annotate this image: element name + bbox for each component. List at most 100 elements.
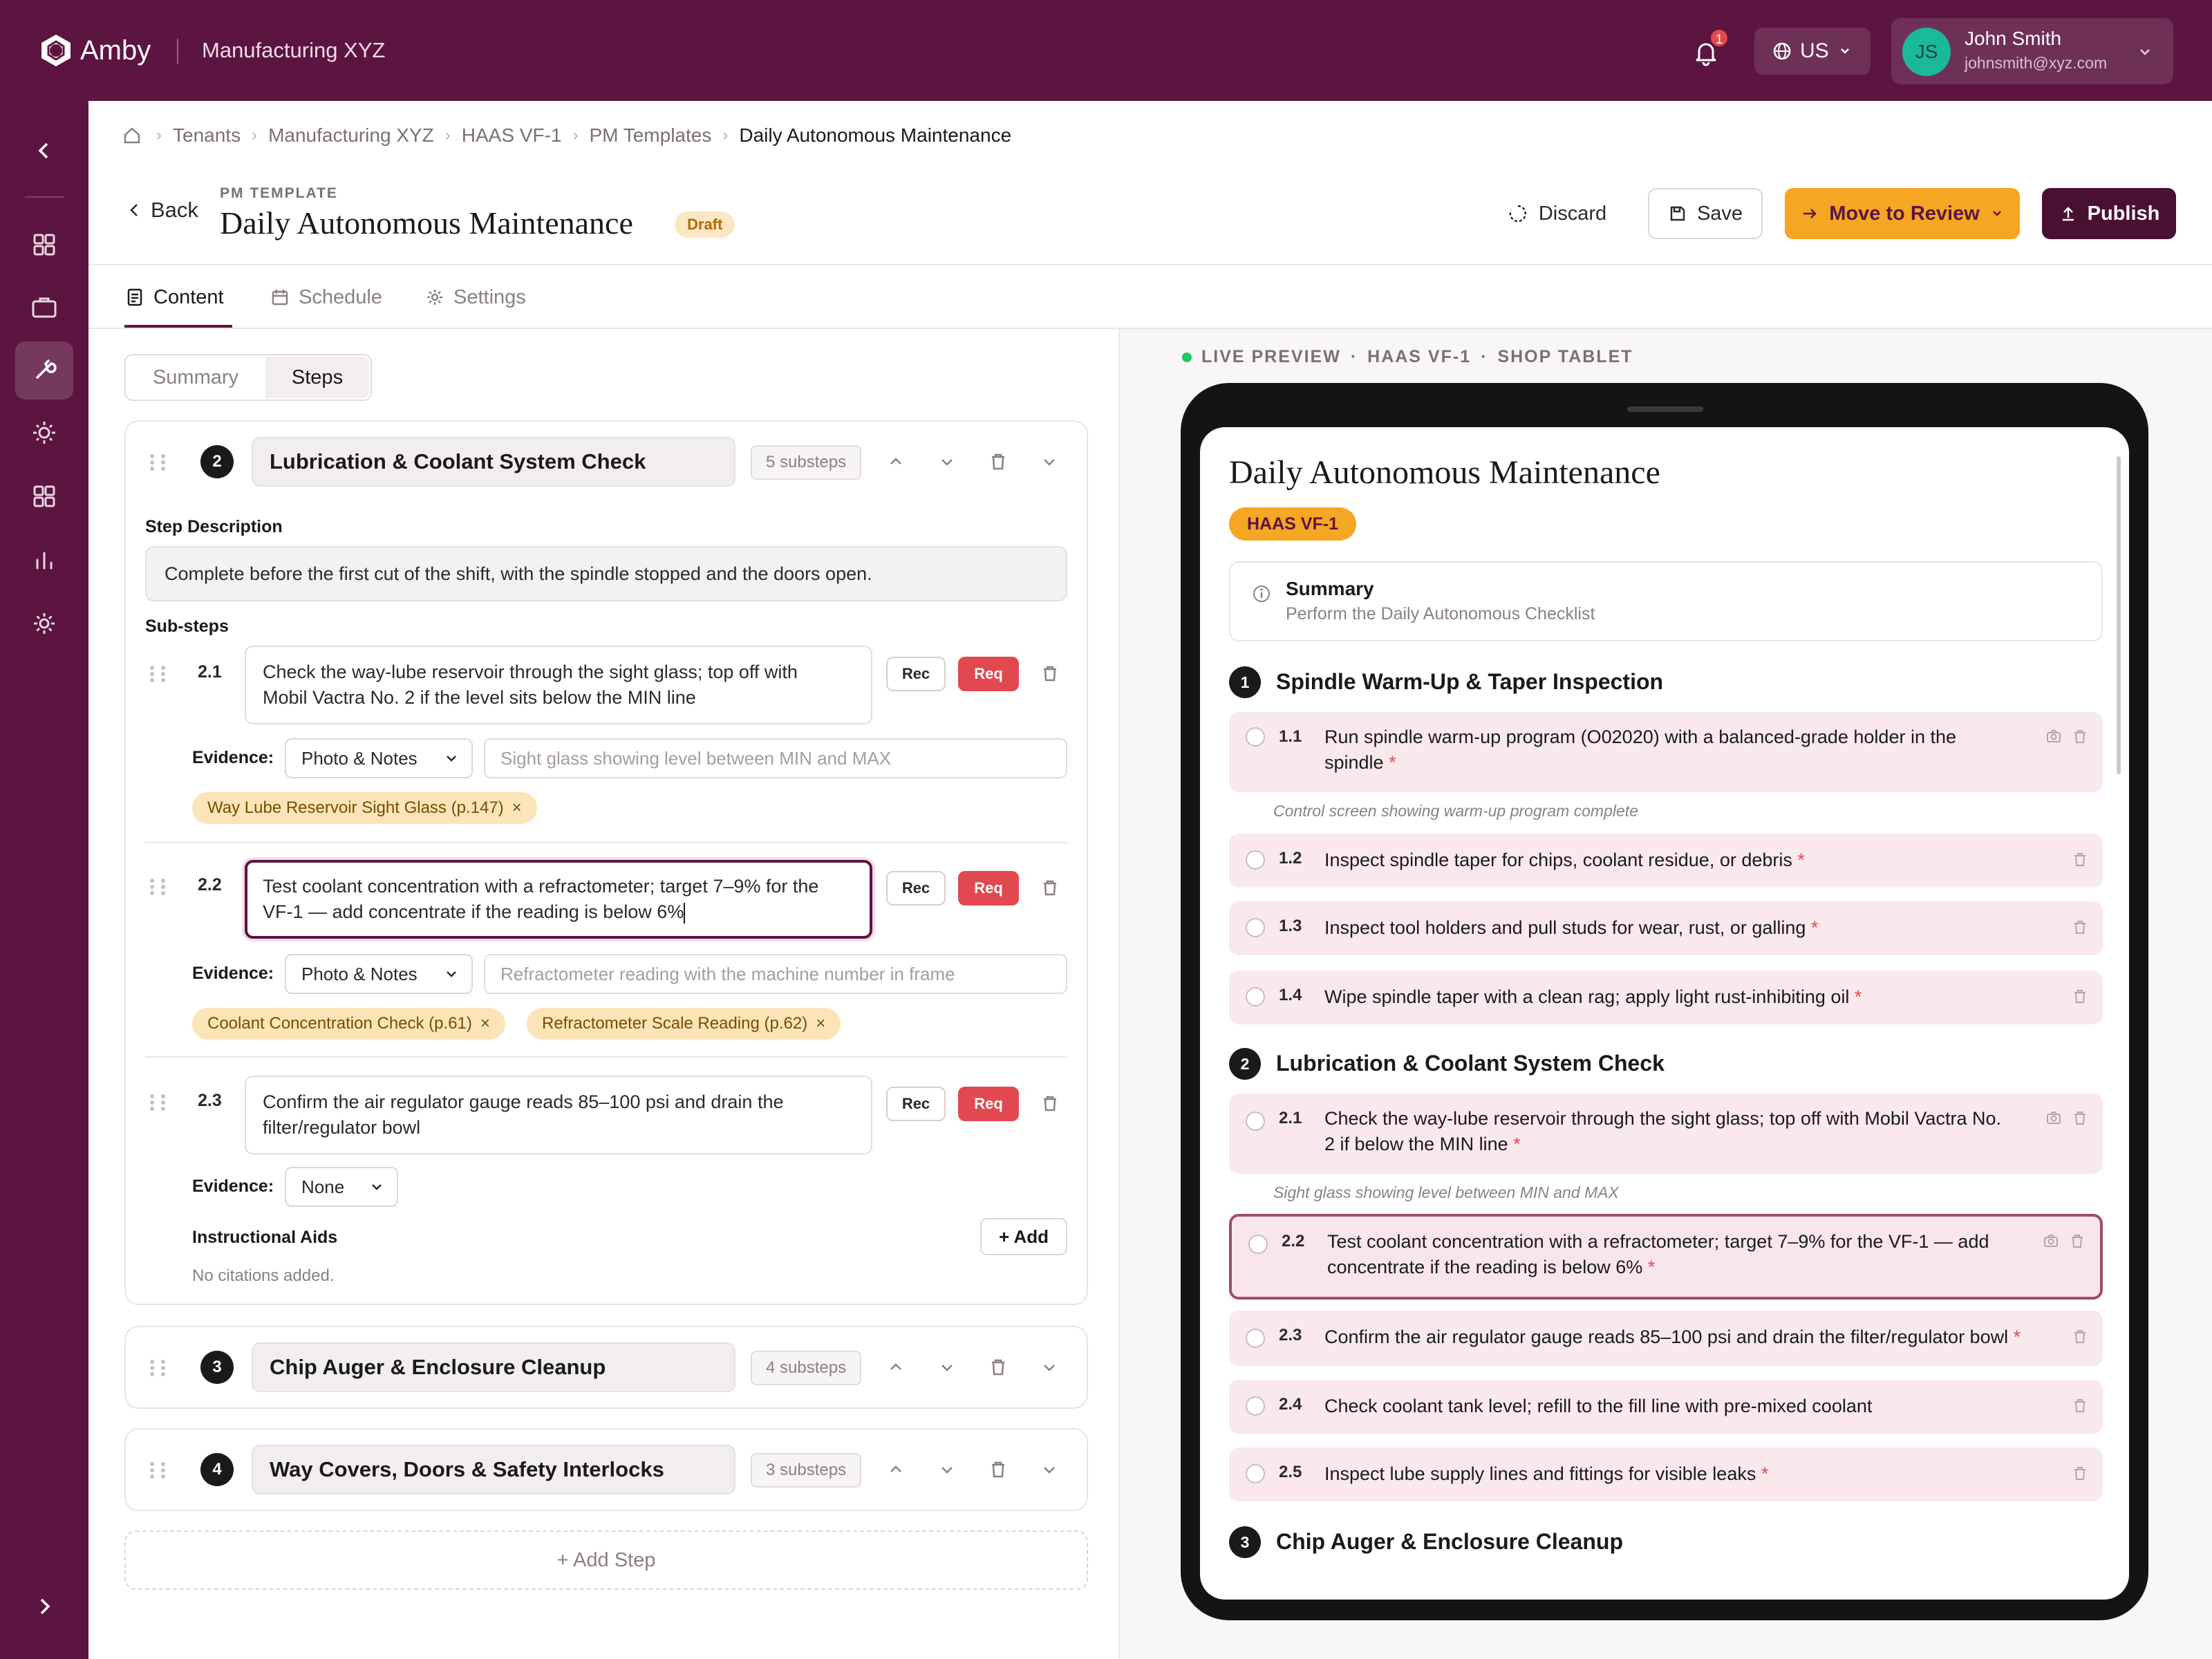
- remove-chip-icon[interactable]: ×: [512, 798, 522, 817]
- check-circle[interactable]: [1246, 987, 1265, 1006]
- camera-icon[interactable]: [2042, 1232, 2060, 1250]
- drag-handle-icon[interactable]: [145, 664, 171, 684]
- rec-toggle[interactable]: Rec: [886, 1087, 946, 1121]
- evidence-select[interactable]: Photo & Notes: [285, 738, 473, 778]
- checklist-item[interactable]: 1.1 Run spindle warm-up program (O02020)…: [1229, 712, 2103, 792]
- user-menu[interactable]: JS John Smith johnsmith@xyz.com: [1891, 18, 2173, 84]
- expand-right-icon[interactable]: [26, 1588, 62, 1624]
- breadcrumb-item[interactable]: HAAS VF-1: [462, 124, 562, 147]
- trash-icon[interactable]: [2071, 918, 2089, 936]
- save-button[interactable]: Save: [1648, 188, 1763, 239]
- drag-handle-icon[interactable]: [145, 1460, 171, 1481]
- segment-summary[interactable]: Summary: [127, 357, 264, 398]
- discard-button[interactable]: Discard: [1499, 188, 1615, 239]
- bar-chart-icon[interactable]: [26, 542, 62, 578]
- checklist-item[interactable]: 1.2 Inspect spindle taper for chips, coo…: [1229, 834, 2103, 888]
- chevron-up-icon[interactable]: [883, 1355, 908, 1380]
- check-circle[interactable]: [1246, 1112, 1265, 1131]
- step-description-input[interactable]: Complete before the first cut of the shi…: [145, 546, 1067, 601]
- trash-icon[interactable]: [986, 449, 1011, 474]
- substep-text-input[interactable]: Confirm the air regulator gauge reads 85…: [245, 1076, 872, 1154]
- checklist-item[interactable]: 2.5 Inspect lube supply lines and fittin…: [1229, 1447, 2103, 1501]
- tenant-name[interactable]: Manufacturing XYZ: [202, 32, 385, 69]
- camera-icon[interactable]: [2045, 1109, 2063, 1127]
- check-circle[interactable]: [1248, 1235, 1268, 1254]
- tab-content[interactable]: Content: [124, 279, 224, 315]
- sun-icon[interactable]: [26, 415, 62, 451]
- add-citation-button[interactable]: + Add: [980, 1218, 1067, 1255]
- evidence-description-input[interactable]: Sight glass showing level between MIN an…: [484, 738, 1067, 778]
- rec-toggle[interactable]: Rec: [886, 871, 946, 906]
- add-step-button[interactable]: + Add Step: [124, 1530, 1088, 1590]
- evidence-select[interactable]: Photo & Notes: [285, 954, 473, 994]
- trash-icon[interactable]: [2071, 1327, 2089, 1345]
- expand-chevron-icon[interactable]: [1037, 1457, 1062, 1482]
- gear-icon[interactable]: [26, 606, 62, 641]
- briefcase-icon[interactable]: [26, 289, 62, 325]
- drag-handle-icon[interactable]: [145, 877, 171, 897]
- checklist-item[interactable]: 2.3 Confirm the air regulator gauge read…: [1229, 1311, 2103, 1366]
- substep-text-input[interactable]: Check the way-lube reservoir through the…: [245, 646, 872, 724]
- citation-chip[interactable]: Refractometer Scale Reading (p.62) ×: [527, 1008, 841, 1040]
- segment-steps[interactable]: Steps: [265, 357, 369, 398]
- rec-toggle[interactable]: Rec: [886, 657, 946, 691]
- trash-icon[interactable]: [2071, 1109, 2089, 1127]
- collapse-left-icon[interactable]: [26, 133, 62, 169]
- trash-icon[interactable]: [2071, 1464, 2089, 1482]
- substep-text-input-focused[interactable]: Test coolant concentration with a refrac…: [245, 860, 872, 939]
- remove-chip-icon[interactable]: ×: [816, 1014, 825, 1033]
- trash-icon[interactable]: [986, 1457, 1011, 1482]
- brand-name[interactable]: Amby: [80, 32, 151, 69]
- step-title-input[interactable]: Lubrication & Coolant System Check: [252, 437, 735, 487]
- expand-chevron-icon[interactable]: [1037, 1355, 1062, 1380]
- check-circle[interactable]: [1246, 727, 1265, 747]
- camera-icon[interactable]: [2045, 727, 2063, 745]
- trash-icon[interactable]: [1038, 1092, 1062, 1116]
- chevron-down-icon[interactable]: [935, 1355, 959, 1380]
- breadcrumb-item[interactable]: Tenants: [173, 124, 241, 147]
- req-toggle[interactable]: Req: [958, 1087, 1019, 1121]
- chevron-down-icon[interactable]: [935, 1457, 959, 1482]
- chevron-up-icon[interactable]: [883, 449, 908, 474]
- breadcrumb-item[interactable]: Manufacturing XYZ: [268, 124, 434, 147]
- chevron-up-icon[interactable]: [883, 1457, 908, 1482]
- step-title-input[interactable]: Chip Auger & Enclosure Cleanup: [252, 1342, 735, 1392]
- home-icon[interactable]: [122, 125, 142, 146]
- move-to-review-button[interactable]: Move to Review: [1785, 188, 2020, 239]
- wrench-icon[interactable]: [26, 353, 62, 388]
- checklist-item[interactable]: 1.3 Inspect tool holders and pull studs …: [1229, 901, 2103, 955]
- trash-icon[interactable]: [2071, 850, 2089, 868]
- req-toggle[interactable]: Req: [958, 871, 1019, 906]
- trash-icon[interactable]: [986, 1355, 1011, 1380]
- trash-icon[interactable]: [2071, 987, 2089, 1005]
- tab-settings[interactable]: Settings: [424, 279, 526, 315]
- drag-handle-icon[interactable]: [145, 452, 171, 473]
- checklist-item[interactable]: 2.4 Check coolant tank level; refill to …: [1229, 1380, 2103, 1434]
- drag-handle-icon[interactable]: [145, 1358, 171, 1378]
- check-circle[interactable]: [1246, 1396, 1265, 1416]
- trash-icon[interactable]: [1038, 877, 1062, 900]
- trash-icon[interactable]: [1038, 662, 1062, 686]
- check-circle[interactable]: [1246, 850, 1265, 870]
- evidence-description-input[interactable]: Refractometer reading with the machine n…: [484, 954, 1067, 994]
- scrollbar[interactable]: [2117, 456, 2121, 774]
- chevron-down-icon[interactable]: [935, 449, 959, 474]
- evidence-select[interactable]: None: [285, 1167, 398, 1207]
- apps-icon[interactable]: [26, 478, 62, 514]
- checklist-item[interactable]: 2.1 Check the way-lube reservoir through…: [1229, 1094, 2103, 1174]
- remove-chip-icon[interactable]: ×: [480, 1014, 490, 1033]
- checklist-item-highlighted[interactable]: 2.2 Test coolant concentration with a re…: [1229, 1214, 2103, 1300]
- trash-icon[interactable]: [2071, 727, 2089, 745]
- back-button[interactable]: Back: [124, 198, 198, 223]
- breadcrumb-item[interactable]: PM Templates: [589, 124, 711, 147]
- check-circle[interactable]: [1246, 918, 1265, 937]
- dashboard-icon[interactable]: [26, 227, 62, 263]
- drag-handle-icon[interactable]: [145, 1092, 171, 1113]
- checklist-item[interactable]: 1.4 Wipe spindle taper with a clean rag;…: [1229, 971, 2103, 1024]
- publish-button[interactable]: Publish: [2042, 188, 2176, 239]
- citation-chip[interactable]: Coolant Concentration Check (p.61) ×: [192, 1008, 505, 1040]
- check-circle[interactable]: [1246, 1464, 1265, 1483]
- region-selector[interactable]: US: [1754, 28, 1871, 75]
- tab-schedule[interactable]: Schedule: [270, 279, 382, 315]
- citation-chip[interactable]: Way Lube Reservoir Sight Glass (p.147) ×: [192, 792, 537, 824]
